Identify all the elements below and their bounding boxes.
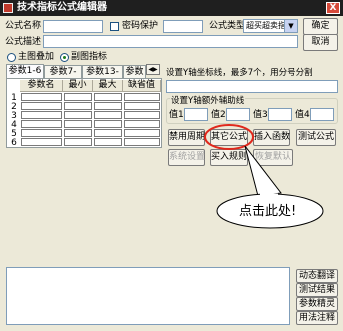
callout-text: 点击此处! bbox=[239, 204, 297, 219]
annotation-overlay bbox=[204, 124, 324, 229]
callout-pointer bbox=[244, 145, 282, 197]
highlight-ellipse bbox=[204, 124, 254, 150]
